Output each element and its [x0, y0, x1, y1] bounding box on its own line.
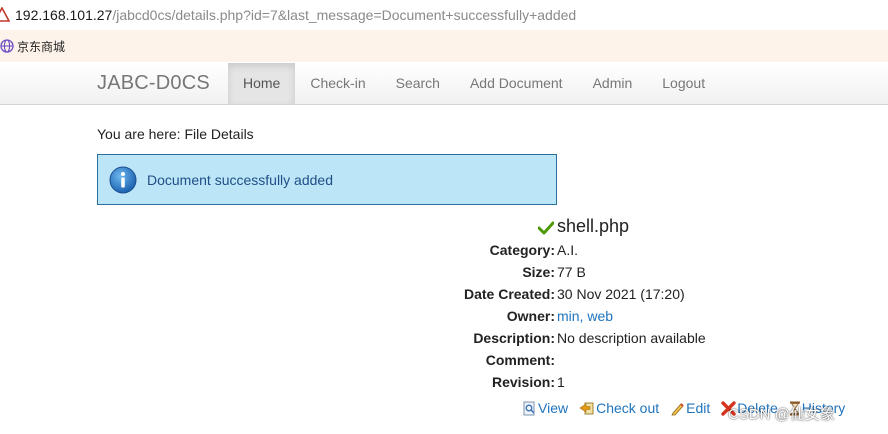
checkout-label: Check out	[596, 400, 660, 416]
detail-label: Category:	[489, 242, 555, 258]
detail-row-owner: Owner: min, web	[0, 305, 888, 327]
detail-value: No description available	[557, 330, 706, 346]
breadcrumb: You are here: File Details	[97, 126, 254, 142]
nav-add-document[interactable]: Add Document	[455, 63, 578, 104]
view-icon	[522, 401, 537, 416]
nav-home[interactable]: Home	[228, 63, 296, 104]
brand-logo[interactable]: JABC-D0CS	[97, 72, 210, 95]
alert-message: Document successfully added	[147, 171, 333, 188]
url-path: /jabcd0cs/details.php?id=7&last_message=…	[112, 7, 577, 23]
detail-value: 1	[557, 374, 565, 390]
bookmark-jd[interactable]: 京东商城	[0, 38, 65, 55]
checkout-icon	[579, 401, 595, 416]
nav-admin[interactable]: Admin	[578, 63, 648, 104]
insecure-warning-icon[interactable]	[0, 7, 10, 23]
checkout-link[interactable]: Check out	[579, 400, 659, 416]
view-link[interactable]: View	[522, 400, 568, 416]
detail-row-description: Description: No description available	[0, 327, 888, 349]
file-name: shell.php	[557, 216, 630, 236]
nav-menu: Home Check-in Search Add Document Admin …	[228, 63, 720, 104]
url-text[interactable]: 192.168.101.27/jabcd0cs/details.php?id=7…	[15, 7, 576, 23]
detail-value: A.I.	[557, 242, 579, 258]
detail-label: Revision:	[491, 374, 555, 390]
detail-value: min, web	[557, 305, 613, 327]
view-label: View	[538, 400, 569, 416]
address-bar[interactable]: 192.168.101.27/jabcd0cs/details.php?id=7…	[0, 0, 888, 30]
owner-link[interactable]: min, web	[557, 308, 613, 324]
detail-label: Comment:	[485, 352, 555, 368]
detail-label: Description:	[473, 330, 555, 346]
detail-row-category: Category: A.I.	[0, 239, 888, 261]
detail-label: Owner:	[506, 308, 555, 324]
nav-search[interactable]: Search	[381, 63, 455, 104]
detail-value: 30 Nov 2021 (17:20)	[557, 286, 685, 302]
detail-row-date-created: Date Created: 30 Nov 2021 (17:20)	[0, 283, 888, 305]
detail-label: Date Created:	[463, 286, 555, 302]
edit-icon	[670, 401, 685, 416]
success-alert: Document successfully added	[97, 154, 557, 205]
watermark: CSDN @仙女象	[728, 406, 835, 423]
bookmark-label: 京东商城	[17, 39, 66, 54]
nav-check-in[interactable]: Check-in	[295, 63, 380, 104]
checkmark-icon	[538, 221, 554, 235]
edit-link[interactable]: Edit	[670, 400, 710, 416]
file-title: shell.php	[538, 216, 629, 237]
edit-label: Edit	[686, 400, 711, 416]
info-icon	[109, 166, 137, 194]
url-host: 192.168.101.27	[15, 7, 113, 23]
detail-row-revision: Revision: 1	[0, 371, 888, 393]
bookmarks-bar: 京东商城	[0, 30, 888, 62]
navbar: JABC-D0CS Home Check-in Search Add Docum…	[0, 63, 888, 105]
detail-value: 77 B	[557, 264, 586, 280]
detail-row-size: Size: 77 B	[0, 261, 888, 283]
globe-icon	[0, 39, 14, 53]
detail-row-comment: Comment:	[0, 349, 888, 371]
detail-label: Size:	[522, 264, 555, 280]
nav-logout[interactable]: Logout	[647, 63, 720, 104]
